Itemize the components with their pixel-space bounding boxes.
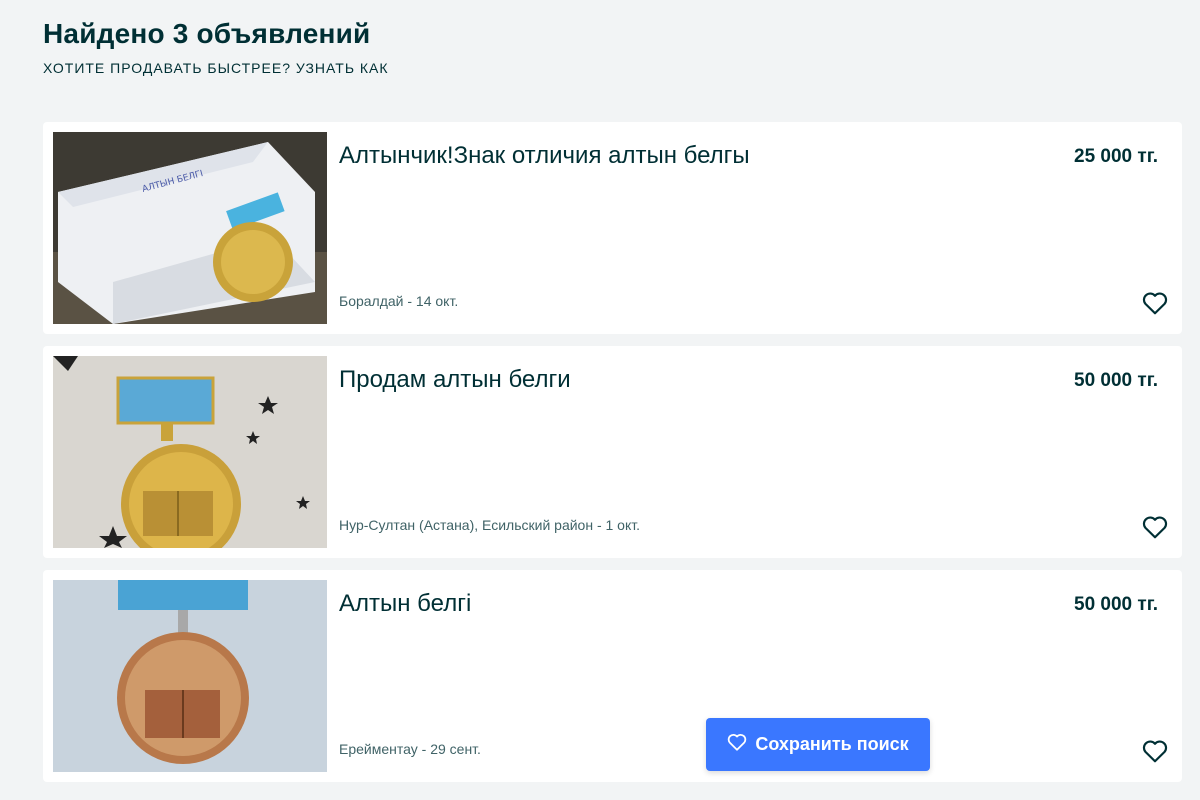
listing-image[interactable] (53, 356, 327, 548)
heart-outline-icon[interactable] (1140, 288, 1170, 318)
save-search-label: Сохранить поиск (755, 734, 909, 754)
promo-link[interactable]: УЗНАТЬ КАК (296, 60, 389, 76)
listing-image[interactable] (53, 580, 327, 772)
listing-location-date: Ерейментау - 29 сент. (339, 741, 481, 757)
listing-title[interactable]: Алтын белгі (339, 590, 471, 618)
listing-card[interactable]: АЛТЫН БЕЛГІ Алтынчик!Знак отличия алтын … (43, 122, 1182, 334)
listing-image[interactable]: АЛТЫН БЕЛГІ (53, 132, 327, 324)
promo-text: ХОТИТЕ ПРОДАВАТЬ БЫСТРЕЕ? (43, 60, 291, 76)
results-header: Найдено 3 объявлений ХОТИТЕ ПРОДАВАТЬ БЫ… (43, 18, 389, 76)
page-title: Найдено 3 объявлений (43, 18, 371, 49)
listing-price: 25 000 тг. (1074, 146, 1158, 167)
heart-outline-icon[interactable] (1140, 736, 1170, 766)
listing-title[interactable]: Алтынчик!Знак отличия алтын белгы (339, 142, 750, 170)
promo-row: ХОТИТЕ ПРОДАВАТЬ БЫСТРЕЕ? УЗНАТЬ КАК (43, 60, 389, 76)
listing-card[interactable]: Алтын белгі 50 000 тг. Ерейментау - 29 с… (43, 570, 1182, 782)
listing-location-date: Нур-Султан (Астана), Есильский район - 1… (339, 517, 640, 533)
listing-price: 50 000 тг. (1074, 370, 1158, 391)
heart-outline-icon[interactable] (1140, 512, 1170, 542)
listing-title[interactable]: Продам алтын белги (339, 366, 571, 394)
heart-outline-icon (727, 733, 747, 756)
save-search-button[interactable]: Сохранить поиск (706, 718, 930, 771)
listing-price: 50 000 тг. (1074, 594, 1158, 615)
listing-location-date: Боралдай - 14 окт. (339, 293, 459, 309)
listing-card[interactable]: Продам алтын белги 50 000 тг. Нур-Султан… (43, 346, 1182, 558)
